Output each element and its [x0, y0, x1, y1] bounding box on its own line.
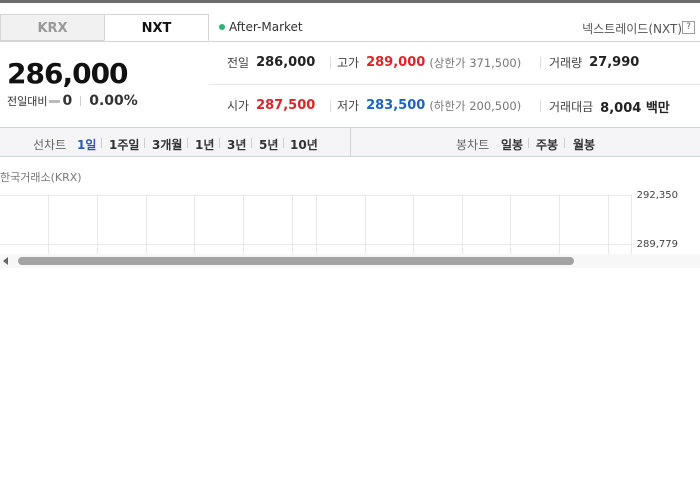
status-dot-icon: [219, 24, 225, 30]
provider-label: 넥스트레이드(NXT): [582, 22, 682, 36]
market-status-label: After-Market: [229, 20, 303, 34]
candle-chart-label: 봉차트: [456, 138, 490, 152]
tab-period-3y[interactable]: 3년: [227, 136, 246, 153]
divider: [101, 138, 102, 148]
tab-nxt[interactable]: NXT: [104, 14, 209, 41]
divider: [283, 138, 284, 148]
divider: [0, 41, 700, 42]
divider: [219, 138, 220, 148]
stat-high: 고가 289,000 (상한가 371,500): [337, 54, 521, 71]
tab-krx[interactable]: KRX: [0, 14, 105, 41]
stat-label: 거래대금: [549, 100, 594, 114]
current-price: 286,000: [7, 57, 129, 90]
divider: [564, 138, 565, 148]
divider: [209, 84, 700, 85]
divider: [528, 138, 529, 148]
tab-period-10y[interactable]: 10년: [290, 136, 318, 153]
stat-label: 전일: [227, 56, 250, 70]
change-row: 전일대비 0 0.00%: [7, 93, 138, 109]
upper-limit: (상한가 371,500): [429, 55, 522, 70]
change-label: 전일대비: [7, 95, 48, 108]
line-chart-label: 선차트: [33, 138, 67, 152]
exchange-tabs: KRX NXT: [0, 14, 209, 42]
scrollbar-thumb[interactable]: [18, 257, 574, 265]
divider: [540, 57, 541, 69]
divider: [330, 57, 331, 69]
divider: [144, 138, 145, 148]
stat-value: 286,000: [256, 55, 316, 70]
stat-label: 시가: [227, 99, 250, 113]
lower-limit: (하한가 200,500): [429, 98, 522, 113]
divider: [350, 128, 351, 157]
stat-value: 8,004 백만: [600, 101, 670, 116]
chart-scrollbar[interactable]: [0, 254, 700, 268]
y-tick-label: 292,350: [636, 190, 678, 201]
y-tick-label: 289,779: [636, 239, 678, 250]
help-icon[interactable]: ?: [682, 21, 695, 34]
divider: [330, 100, 331, 112]
top-border-line: [0, 0, 700, 3]
stat-prev-close: 전일 286,000: [227, 54, 315, 71]
tab-period-5y[interactable]: 5년: [259, 136, 278, 153]
chart-period-tabs: 선차트 1일 1주일 3개월 1년 3년 5년 10년 봉차트 일봉 주봉 월봉: [0, 127, 700, 157]
stat-label: 거래량: [549, 56, 583, 70]
divider: [251, 138, 252, 148]
tab-candle-daily[interactable]: 일봉: [501, 136, 523, 153]
tab-period-1d[interactable]: 1일: [77, 136, 96, 153]
stat-volume: 거래량 27,990: [549, 54, 639, 71]
stat-value: 283,500: [366, 98, 426, 113]
stat-low: 저가 283,500 (하한가 200,500): [337, 97, 521, 114]
divider: [540, 100, 541, 112]
stat-value: 27,990: [589, 55, 640, 70]
stat-label: 고가: [337, 56, 360, 70]
stat-value: 289,000: [366, 55, 426, 70]
divider: [187, 138, 188, 148]
stat-open: 시가 287,500: [227, 97, 315, 114]
change-value: 0: [62, 93, 73, 109]
stat-amount: 거래대금 8,004 백만: [549, 97, 670, 116]
tab-period-1y[interactable]: 1년: [195, 136, 214, 153]
tab-period-3m[interactable]: 3개월: [152, 136, 182, 153]
scroll-left-arrow-icon[interactable]: [3, 257, 8, 265]
tab-period-1w[interactable]: 1주일: [109, 136, 139, 153]
tab-candle-weekly[interactable]: 주봉: [536, 136, 558, 153]
price-chart: 292,350 289,779: [0, 180, 700, 264]
divider: [80, 96, 82, 106]
market-status: After-Market: [219, 20, 303, 34]
tab-candle-monthly[interactable]: 월봉: [573, 136, 595, 153]
stat-value: 287,500: [256, 98, 316, 113]
flat-change-icon: [49, 99, 61, 103]
change-rate: 0.00%: [89, 93, 138, 109]
stat-label: 저가: [337, 99, 360, 113]
